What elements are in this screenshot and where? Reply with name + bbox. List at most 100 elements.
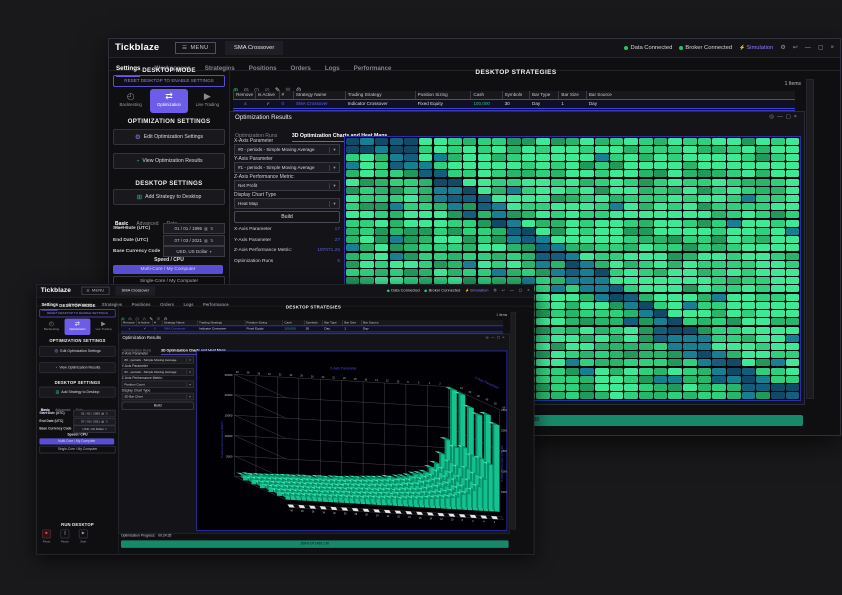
simulation-mode-button[interactable]: ⚡Simulation [739, 45, 773, 51]
start-date-field[interactable]: 01 / 01 / 1995▦⇅ [163, 223, 225, 234]
display-chart-type-select[interactable]: Heat Map▾ [234, 198, 340, 209]
heatmap-cell [595, 211, 609, 218]
multi-core-button[interactable]: Multi-Core / My Computer [113, 265, 223, 274]
col-header-barsource[interactable]: Bar Source [586, 91, 795, 99]
display-chart-type-select[interactable]: 3D Bar Chart▾ [122, 393, 194, 400]
maximize-icon[interactable]: ▢ [786, 114, 794, 120]
document-tab[interactable]: SMA Crossover [116, 286, 156, 296]
mode-button-live-trading[interactable]: ▶Live Trading [189, 89, 226, 113]
col-header-isactive[interactable]: Is Active [255, 91, 279, 99]
heatmap-cell [346, 244, 360, 251]
panel-titlebar[interactable]: Optimization Results ◎—▢× [119, 334, 509, 342]
reset-desktop-button[interactable]: RESET DESKTOP TO ENABLE SETTINGS [39, 309, 115, 317]
add-strategy-button[interactable]: ⊞ Add Strategy to Desktop [39, 387, 115, 398]
heatmap-cell [756, 310, 770, 317]
optimization-results-panel[interactable]: Optimization Results ◎—▢× Optimization R… [118, 334, 510, 534]
z-axis-select[interactable]: Position Count▾ [122, 381, 194, 388]
heatmap-cell [786, 244, 800, 251]
mode-button-optimization[interactable]: ⇄Optimization [150, 89, 187, 113]
y-axis-select[interactable]: #1 - periods - Simple Moving Average▾ [122, 368, 194, 375]
settings-gear-icon[interactable]: ⚙ [493, 285, 497, 297]
maximize-icon[interactable]: ▢ [818, 39, 824, 57]
pin-icon[interactable]: ◎ [769, 114, 777, 120]
col-header-cash[interactable]: Cash [470, 91, 501, 99]
heatmap-cell [668, 285, 682, 292]
undo-icon[interactable]: ↩ [502, 285, 505, 297]
mode-button-optimization[interactable]: ⇄Optimization [65, 319, 90, 335]
heatmap-cell [771, 285, 785, 292]
col-header-barsize[interactable]: Bar Size [558, 91, 585, 99]
view-results-button[interactable]: ◔ View Optimization Results [113, 153, 225, 169]
heatmap-cell [683, 351, 697, 358]
spinner-icon[interactable]: ⇅ [210, 236, 214, 245]
single-core-button[interactable]: Single-Core / My Computer [39, 446, 115, 453]
reset-button[interactable]: ■Reset [42, 529, 51, 543]
col-header-bartype[interactable]: Bar Type [529, 91, 558, 99]
table-row[interactable]: x✓0SMA CrossoverIndicator CrossoverFixed… [233, 99, 795, 109]
front-window[interactable]: Tickblaze ☰MENU SMA Crossover Data Conne… [36, 284, 534, 555]
build-button[interactable]: Build [234, 211, 340, 223]
z-axis-select[interactable]: Net Profit▾ [234, 180, 340, 191]
mode-button-backtesting[interactable]: ◴Backtesting [39, 319, 64, 335]
x-axis-select[interactable]: #0 - periods - Simple Moving Average▾ [234, 144, 340, 155]
col-header-remove[interactable]: Remove [233, 91, 255, 99]
titlebar[interactable]: Tickblaze ☰MENU SMA Crossover Data Conne… [109, 39, 840, 58]
mode-button-backtesting[interactable]: ◴Backtesting [112, 89, 149, 113]
col-header-positionsizing[interactable]: Position Sizing [415, 91, 471, 99]
spinner-icon[interactable]: ⇅ [105, 410, 107, 416]
document-tab[interactable]: SMA Crossover [225, 41, 283, 55]
pause-button[interactable]: ∥Pause [60, 529, 69, 543]
close-icon[interactable]: × [527, 285, 529, 297]
view-results-button[interactable]: ◔ View Optimization Results [39, 362, 115, 373]
end-date-field[interactable]: 07 / 03 / 2021▦⇅ [73, 418, 115, 425]
undo-icon[interactable]: ↩ [793, 39, 798, 57]
main-scrollbar[interactable] [806, 79, 814, 399]
close-icon[interactable]: × [794, 114, 800, 120]
calendar-icon[interactable]: ▦ [204, 224, 208, 233]
y-axis-select[interactable]: #1 - periods - Simple Moving Average▾ [234, 162, 340, 173]
heatmap-cell [786, 170, 800, 177]
calendar-icon[interactable]: ▦ [204, 236, 208, 245]
end-date-field[interactable]: 07 / 03 / 2021▦⇅ [163, 235, 225, 246]
start-button[interactable]: ▶Start [79, 529, 88, 543]
simulation-mode-button[interactable]: ⚡Simulation [465, 289, 488, 293]
close-icon[interactable]: × [502, 336, 506, 340]
edit-optimization-button[interactable]: ⚙ Edit Optimization Settings [113, 129, 225, 145]
col-header-tradingstrategy[interactable]: Trading Strategy [345, 91, 415, 99]
col-header-symbols[interactable]: Symbols [502, 91, 529, 99]
heatmap-cell [404, 187, 418, 194]
multi-core-button[interactable]: Multi-Core / My Computer [39, 438, 114, 444]
calendar-icon[interactable]: ▦ [101, 418, 104, 424]
mode-button-live-trading[interactable]: ▶Live Trading [91, 319, 116, 335]
currency-select[interactable]: USD, US Dollar▾ [163, 246, 225, 257]
app-logo: Tickblaze [41, 287, 71, 294]
menu-button[interactable]: ☰MENU [82, 287, 110, 295]
menu-button[interactable]: ☰MENU [175, 42, 216, 54]
table-row[interactable]: x✓0SMA CrossoverIndicator CrossoverFixed… [121, 325, 503, 332]
titlebar[interactable]: Tickblaze ☰MENU SMA Crossover Data Conne… [37, 285, 534, 298]
col-header-strategyname[interactable]: Strategy Name [293, 91, 345, 99]
spinner-icon[interactable]: ⇅ [105, 418, 107, 424]
start-date-field[interactable]: 01 / 01 / 1995▦⇅ [73, 409, 115, 416]
col-header-[interactable]: # [279, 91, 293, 99]
heatmap-cell [712, 154, 726, 161]
minimize-icon[interactable]: — [510, 285, 514, 297]
main-scrollbar[interactable] [511, 312, 516, 530]
x-axis-select[interactable]: #0 - periods - Simple Moving Average▾ [122, 356, 194, 363]
edit-optimization-button[interactable]: ⚙ Edit Optimization Settings [39, 346, 115, 357]
settings-gear-icon[interactable]: ⚙ [780, 39, 785, 57]
add-strategy-button[interactable]: ⊞ Add Strategy to Desktop [113, 189, 225, 205]
minimize-icon[interactable]: — [805, 39, 811, 57]
optimization-chart[interactable]: 2500025000200002000015000150001000010000… [196, 351, 507, 531]
close-icon[interactable]: × [830, 39, 834, 57]
maximize-icon[interactable]: ▢ [519, 285, 523, 297]
heatmap-cell [698, 294, 712, 301]
calendar-icon[interactable]: ▦ [101, 410, 104, 416]
spinner-icon[interactable]: ⇅ [210, 224, 214, 233]
build-button[interactable]: Build [122, 402, 194, 410]
currency-select[interactable]: USD, US Dollar▾ [73, 425, 115, 432]
panel-titlebar[interactable]: Optimization Results ◎—▢× [230, 112, 804, 124]
minimize-icon[interactable]: — [777, 114, 786, 120]
reset-desktop-button[interactable]: RESET DESKTOP TO ENABLE SETTINGS [113, 75, 225, 87]
heatmap-cell [756, 335, 770, 342]
